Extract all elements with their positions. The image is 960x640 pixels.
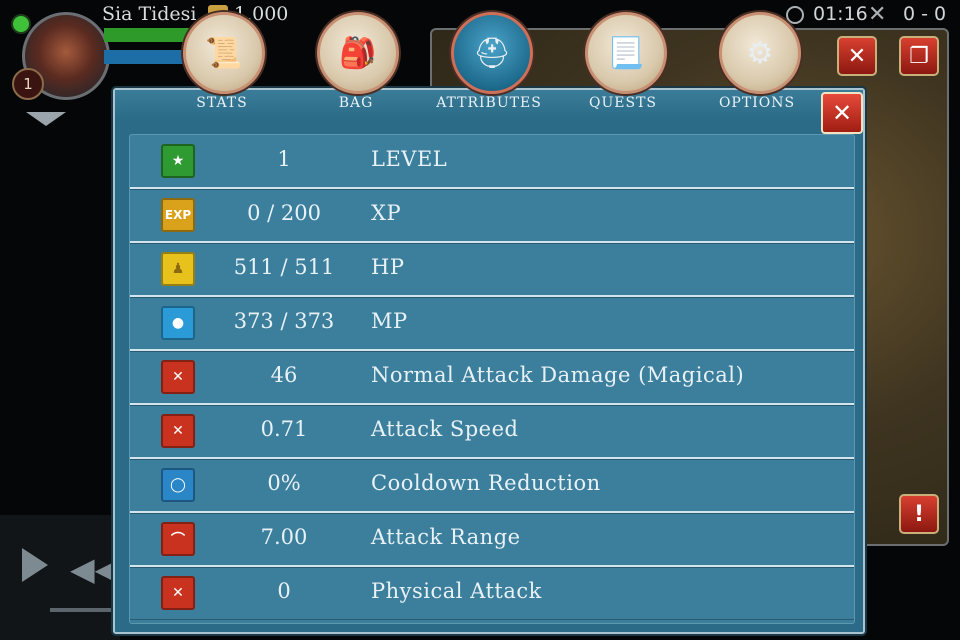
attribute-row-xp: EXP 0 / 200 XP (130, 189, 854, 243)
portrait-level-badge: 1 (12, 68, 44, 100)
head-mana-icon: ● (161, 306, 195, 340)
attributes-tab-button[interactable]: ⛑ (451, 12, 533, 94)
alert-button[interactable]: ! (899, 494, 939, 534)
attribute-row-magic-attack: ✕ 46 Normal Attack Damage (Magical) (130, 351, 854, 405)
close-icon: ✕ (831, 99, 853, 127)
attribute-label: XP (371, 201, 402, 225)
bag-icon: 🎒 (339, 35, 377, 71)
clock-icon (786, 6, 804, 24)
playback-slider[interactable] (50, 608, 120, 612)
attribute-label: HP (371, 255, 405, 279)
attribute-value: 373 / 373 (233, 309, 335, 333)
quest-scroll-icon: 📃 (607, 35, 645, 71)
tab-label-attributes[interactable]: ATTRIBUTES (429, 95, 549, 111)
attribute-value: 0% (267, 471, 301, 495)
player-name: Sia Tidesi (102, 3, 197, 25)
attribute-value: 511 / 511 (233, 255, 335, 279)
online-status-icon (11, 14, 31, 34)
attribute-label: Attack Speed (371, 417, 519, 441)
options-tab-button[interactable]: ⚙ (719, 12, 801, 94)
attribute-row-attack-speed: ✕ 0.71 Attack Speed (130, 405, 854, 459)
tab-label-bag[interactable]: BAG (296, 95, 416, 111)
physical-attack-icon: ✕ (161, 576, 195, 610)
bag-tab-button[interactable]: 🎒 (317, 12, 399, 94)
magic-attack-icon: ✕ (161, 360, 195, 394)
rewind-icon[interactable]: ◀◀ (70, 550, 119, 588)
attribute-label: Attack Range (371, 525, 521, 549)
exp-icon: EXP (161, 198, 195, 232)
tab-bar: STATS BAG ATTRIBUTES QUESTS OPTIONS (115, 90, 863, 120)
attribute-label: LEVEL (371, 147, 448, 171)
scroll-icon: 📜 (205, 35, 243, 71)
tab-label-stats[interactable]: STATS (162, 95, 282, 111)
attribute-label: Normal Attack Damage (Magical) (371, 363, 745, 387)
attribute-label: Physical Attack (371, 579, 542, 603)
crossed-swords-icon: ✕ (868, 2, 887, 27)
expand-arrow-icon[interactable] (26, 112, 66, 126)
tab-label-quests[interactable]: QUESTS (563, 95, 683, 111)
attribute-value: 0 (277, 579, 291, 603)
attribute-value: 0 / 200 (247, 201, 321, 225)
attribute-value: 7.00 (260, 525, 308, 549)
attribute-value: 46 (270, 363, 298, 387)
attribute-value: 0.71 (260, 417, 308, 441)
kill-score: 0 - 0 (903, 3, 947, 25)
tab-label-options[interactable]: OPTIONS (697, 95, 817, 111)
attribute-row-mp: ● 373 / 373 MP (130, 297, 854, 351)
attack-speed-icon: ✕ (161, 414, 195, 448)
attribute-row-physical-attack: ✕ 0 Physical Attack (130, 567, 854, 619)
map-minimize-button[interactable]: ❐ (899, 36, 939, 76)
attribute-row-attack-range: ⌒ 7.00 Attack Range (130, 513, 854, 567)
close-panel-button[interactable]: ✕ (821, 92, 863, 134)
character-panel: STATS BAG ATTRIBUTES QUESTS OPTIONS ★ 1 … (113, 88, 865, 634)
attribute-row-level: ★ 1 LEVEL (130, 135, 854, 189)
play-icon[interactable] (22, 548, 48, 582)
body-icon: ♟ (161, 252, 195, 286)
gears-icon: ⚙ (746, 35, 774, 71)
helmet-icon: ⛑ (472, 35, 512, 71)
attribute-row-cooldown: ◯ 0% Cooldown Reduction (130, 459, 854, 513)
match-timer: 01:16 (813, 3, 868, 25)
attributes-list: ★ 1 LEVEL EXP 0 / 200 XP ♟ 511 / 511 HP … (129, 134, 855, 624)
attribute-label: MP (371, 309, 408, 333)
attribute-row-hp: ♟ 511 / 511 HP (130, 243, 854, 297)
level-star-icon: ★ (161, 144, 195, 178)
attack-range-icon: ⌒ (161, 522, 195, 556)
map-close-button[interactable]: ✕ (837, 36, 877, 76)
stats-tab-button[interactable]: 📜 (183, 12, 265, 94)
quests-tab-button[interactable]: 📃 (585, 12, 667, 94)
cooldown-icon: ◯ (161, 468, 195, 502)
attribute-value: 1 (277, 147, 291, 171)
attribute-label: Cooldown Reduction (371, 471, 601, 495)
